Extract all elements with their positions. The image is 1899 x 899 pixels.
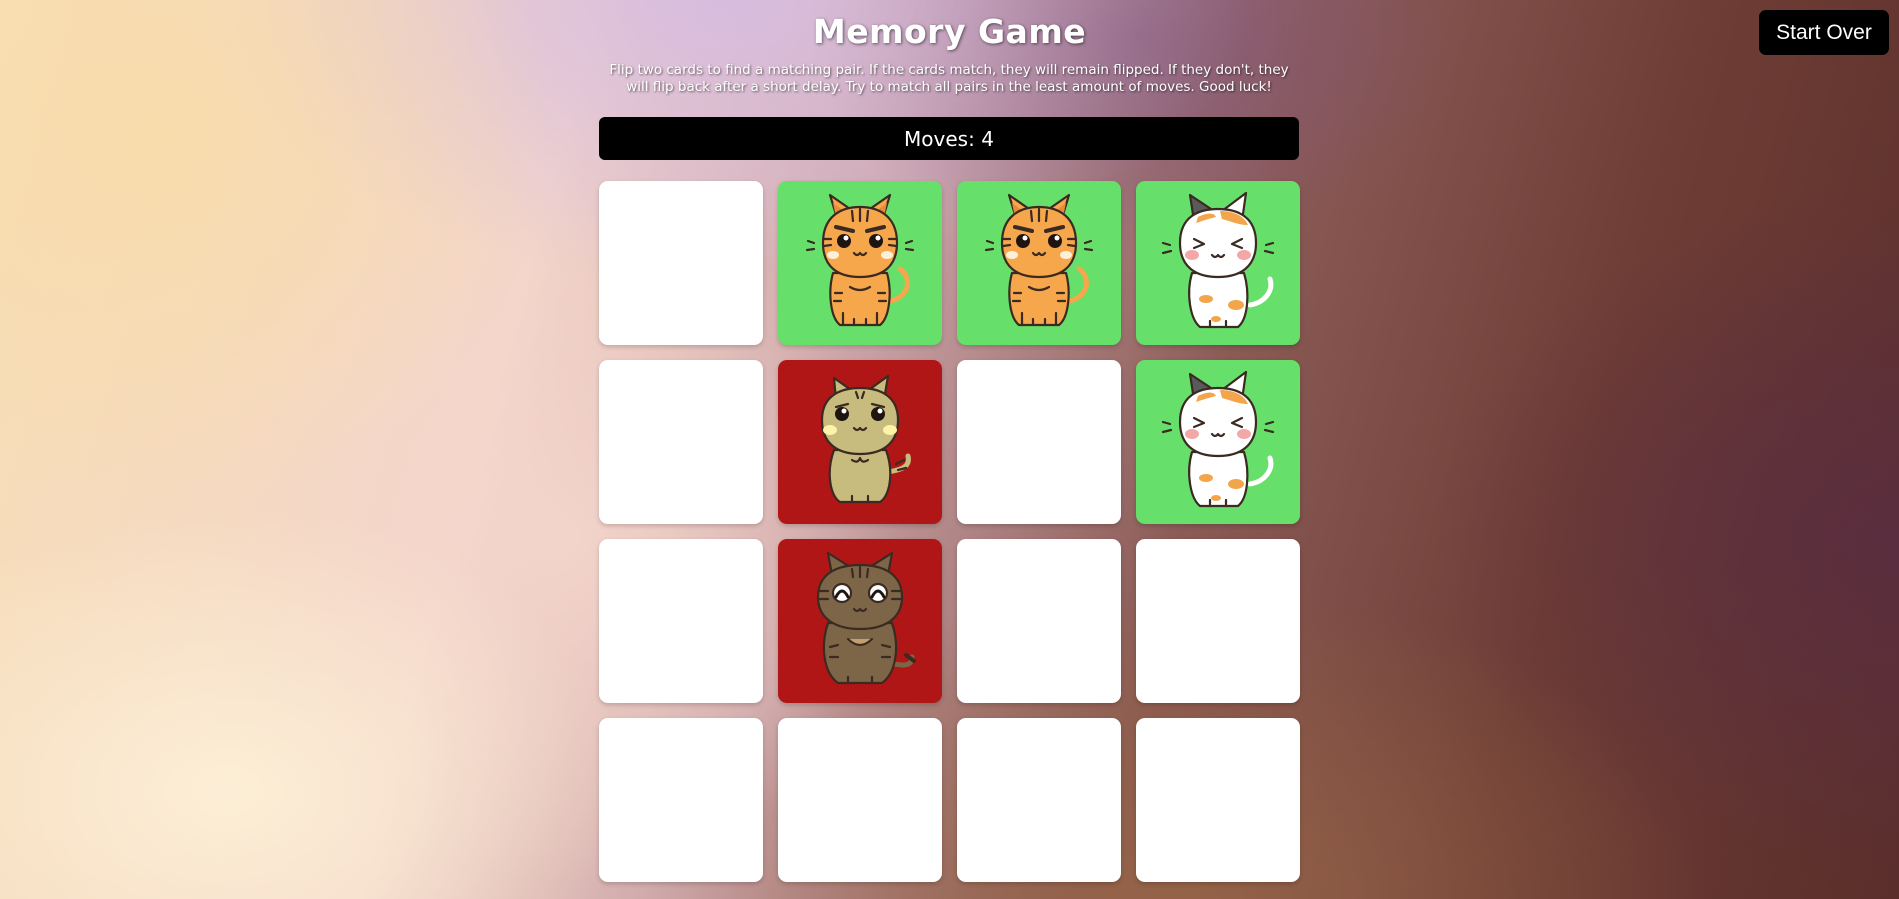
memory-card[interactable] bbox=[778, 539, 942, 703]
start-over-button[interactable]: Start Over bbox=[1759, 10, 1889, 55]
orange-tabby-cat-icon bbox=[805, 193, 915, 327]
memory-card[interactable] bbox=[957, 181, 1121, 345]
calico-cat-icon bbox=[1161, 370, 1275, 508]
card-grid bbox=[599, 181, 1300, 882]
orange-tabby-cat-icon bbox=[984, 193, 1094, 327]
memory-card[interactable] bbox=[957, 539, 1121, 703]
moves-value: 4 bbox=[981, 126, 994, 151]
game-instructions: Flip two cards to find a matching pair. … bbox=[609, 62, 1289, 95]
game-title: Memory Game bbox=[812, 12, 1087, 51]
memory-card[interactable] bbox=[1136, 539, 1300, 703]
beige-cat-icon bbox=[820, 374, 911, 504]
memory-card[interactable] bbox=[957, 718, 1121, 882]
memory-card[interactable] bbox=[599, 181, 763, 345]
memory-card[interactable] bbox=[778, 718, 942, 882]
moves-label: Moves: bbox=[904, 126, 975, 151]
memory-card[interactable] bbox=[778, 360, 942, 524]
memory-card[interactable] bbox=[1136, 718, 1300, 882]
memory-card[interactable] bbox=[1136, 360, 1300, 524]
memory-card[interactable] bbox=[957, 360, 1121, 524]
memory-card[interactable] bbox=[599, 539, 763, 703]
memory-card[interactable] bbox=[1136, 181, 1300, 345]
memory-card[interactable] bbox=[599, 360, 763, 524]
memory-card[interactable] bbox=[599, 718, 763, 882]
moves-counter: Moves: 4 bbox=[599, 117, 1299, 160]
calico-cat-icon bbox=[1161, 191, 1275, 329]
brown-tabby-cat-icon bbox=[816, 551, 916, 685]
memory-card[interactable] bbox=[778, 181, 942, 345]
